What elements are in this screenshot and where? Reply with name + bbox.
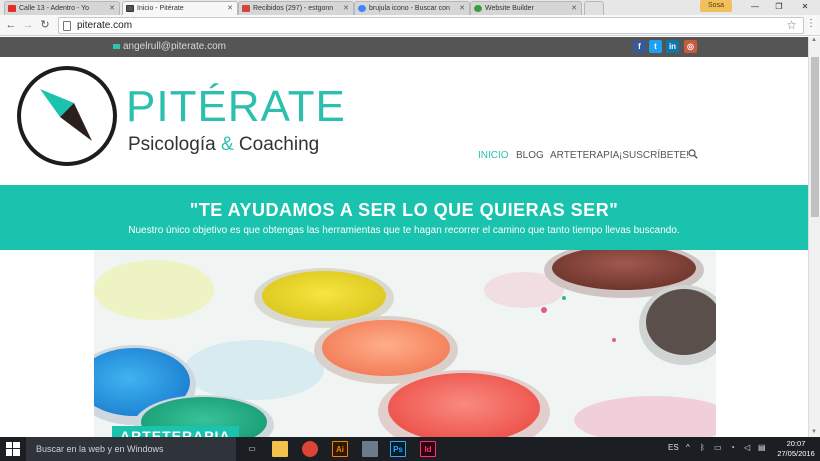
restore-window-icon[interactable]: ❐ xyxy=(766,0,792,13)
site-top-bar: angelrull@piterate.com f t in ◎ xyxy=(0,37,808,57)
envelope-icon xyxy=(113,44,120,49)
instagram-icon[interactable]: ◎ xyxy=(684,40,697,53)
compass-logo-icon[interactable] xyxy=(14,61,120,167)
page-favicon-icon xyxy=(126,5,134,12)
tab-title: Website Builder xyxy=(485,5,534,12)
facebook-icon[interactable]: f xyxy=(633,40,646,53)
close-tab-icon[interactable]: ✕ xyxy=(109,2,115,15)
site-header: PITÉRATE Psicología & Coaching INICIO BL… xyxy=(0,57,808,185)
banner-subtitle: Nuestro único objetivo es que obtengas l… xyxy=(128,225,680,236)
close-tab-icon[interactable]: ✕ xyxy=(459,2,465,15)
scroll-down-arrow-icon[interactable]: ▼ xyxy=(811,429,817,435)
forward-arrow-icon[interactable]: → xyxy=(21,18,35,32)
page-info-icon[interactable] xyxy=(63,21,71,31)
browser-tab-inicio[interactable]: Inicio - Pitérate ✕ xyxy=(122,1,238,15)
page-scrollbar[interactable]: ▲ ▼ xyxy=(808,37,820,437)
minimize-window-icon[interactable]: — xyxy=(742,0,768,13)
browser-tab-gmail[interactable]: Recibidos (297) - estgonn ✕ xyxy=(238,1,354,15)
chrome-icon[interactable] xyxy=(302,441,318,457)
task-view-icon[interactable]: ▭ xyxy=(244,441,260,457)
notifications-icon[interactable]: ▤ xyxy=(758,443,766,452)
nav-item-blog[interactable]: BLOG xyxy=(516,150,544,161)
search-icon[interactable] xyxy=(688,149,698,159)
network-app-icon[interactable] xyxy=(362,441,378,457)
indesign-icon[interactable]: Id xyxy=(420,441,436,457)
nav-item-arteterapia[interactable]: ARTETERAPIA xyxy=(550,150,619,161)
windows-taskbar: Buscar en la web y en Windows ▭ Ai Ps Id… xyxy=(0,437,820,461)
volume-icon[interactable]: ◁ xyxy=(744,443,750,452)
tagline-coaching: Coaching xyxy=(238,134,320,155)
browser-tab-strip: Calle 13 - Adentro - Yo ✕ Inicio - Pitér… xyxy=(0,0,820,15)
url-text[interactable]: piterate.com xyxy=(77,20,132,31)
linkedin-icon[interactable]: in xyxy=(666,40,679,53)
tagline-ampersand: & xyxy=(220,134,234,155)
taskbar-search-box[interactable]: Buscar en la web y en Windows xyxy=(26,437,236,461)
tagline-psicologia: Psicología xyxy=(128,134,216,155)
tab-title: Calle 13 - Adentro - Yo xyxy=(19,5,90,12)
browser-toolbar: ← → ↻ piterate.com ☆ ⋮ xyxy=(0,15,820,36)
battery-icon[interactable]: ▭ xyxy=(714,443,722,452)
browser-tab-calle13[interactable]: Calle 13 - Adentro - Yo ✕ xyxy=(4,1,120,15)
tab-title: brujula icono - Buscar con xyxy=(369,5,450,12)
new-tab-button[interactable] xyxy=(584,1,604,15)
banner-title: "TE AYUDAMOS A SER LO QUE QUIERAS SER" xyxy=(189,200,619,220)
photoshop-icon[interactable]: Ps xyxy=(390,441,406,457)
windows-start-icon[interactable] xyxy=(6,442,20,456)
arteterapia-feature-image[interactable]: ARTETERAPIA xyxy=(94,250,716,437)
tab-title: Recibidos (297) - estgonn xyxy=(253,5,334,12)
chrome-menu-icon[interactable]: ⋮ xyxy=(806,19,816,31)
back-arrow-icon[interactable]: ← xyxy=(4,18,18,32)
hero-caption[interactable]: ARTETERAPIA xyxy=(112,426,239,437)
wifi-icon[interactable]: ◔ xyxy=(730,443,735,452)
browser-tab-website-builder[interactable]: Website Builder ✕ xyxy=(470,1,582,15)
chrome-user-badge[interactable]: Sosa xyxy=(700,0,732,12)
reload-icon[interactable]: ↻ xyxy=(38,18,52,32)
scrollbar-thumb[interactable] xyxy=(811,57,819,217)
hero-banner: "TE AYUDAMOS A SER LO QUE QUIERAS SER" N… xyxy=(0,185,808,250)
clock-date: 27/05/2016 xyxy=(777,449,815,458)
show-hidden-icons-chevron-icon[interactable]: ^ xyxy=(686,443,690,452)
browser-tab-google-search[interactable]: brujula icono - Buscar con ✕ xyxy=(354,1,470,15)
youtube-favicon-icon xyxy=(8,5,16,12)
close-tab-icon[interactable]: ✕ xyxy=(343,2,349,15)
taskbar-search-placeholder[interactable]: Buscar en la web y en Windows xyxy=(36,444,164,454)
brand-tagline: Psicología & Coaching xyxy=(128,134,319,156)
close-tab-icon[interactable]: ✕ xyxy=(571,2,577,15)
language-indicator[interactable]: ES xyxy=(668,443,679,452)
tab-title: Inicio - Pitérate xyxy=(137,5,184,12)
nav-item-inicio[interactable]: INICIO xyxy=(478,150,509,161)
twitter-icon[interactable]: t xyxy=(649,40,662,53)
taskbar-clock[interactable]: 20:07 27/05/2016 xyxy=(776,439,816,459)
google-favicon-icon xyxy=(358,5,366,12)
website-builder-favicon-icon xyxy=(474,5,482,12)
close-window-icon[interactable]: ✕ xyxy=(792,0,818,13)
watercolor-palette-image xyxy=(94,250,716,437)
bookmark-star-icon[interactable]: ☆ xyxy=(786,18,797,32)
brand-name[interactable]: PITÉRATE xyxy=(126,82,346,132)
bluetooth-icon[interactable]: ᛒ xyxy=(700,443,705,452)
gmail-favicon-icon xyxy=(242,5,250,12)
close-tab-icon[interactable]: ✕ xyxy=(227,2,233,15)
clock-time: 20:07 xyxy=(786,439,806,448)
file-explorer-icon[interactable] xyxy=(272,441,288,457)
contact-email-link[interactable]: angelrull@piterate.com xyxy=(123,41,226,52)
nav-item-suscribete[interactable]: ¡SUSCRÍBETE! xyxy=(619,150,689,161)
address-bar[interactable]: piterate.com ☆ xyxy=(58,17,804,34)
illustrator-icon[interactable]: Ai xyxy=(332,441,348,457)
scroll-up-arrow-icon[interactable]: ▲ xyxy=(811,37,817,43)
